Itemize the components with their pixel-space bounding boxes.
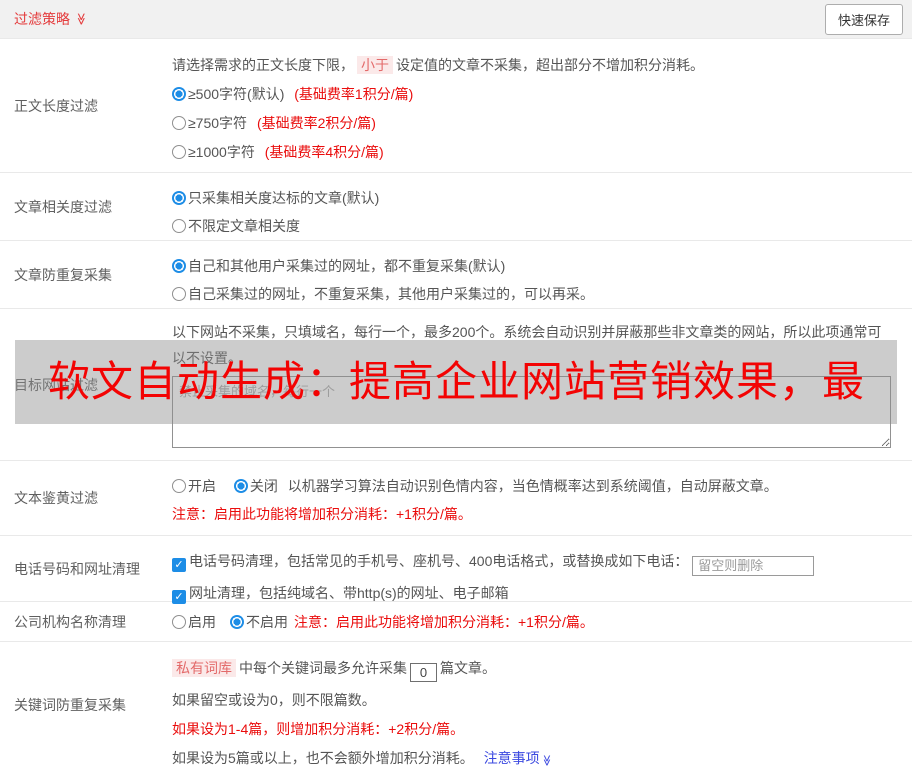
fee-note: (基础费率2积分/篇) [256, 115, 376, 131]
row-content-body-length: 请选择需求的正文长度下限， 小于 设定值的文章不采集，超出部分不增加积分消耗。 ≥5… [172, 39, 912, 172]
radio-icon[interactable] [172, 614, 186, 629]
watermark-text: 软文自动生成：提高企业网站营销效果，最 [48, 358, 866, 405]
radio-option-500[interactable]: ≥500字符(默认) (基础费率1积分/篇) [172, 84, 904, 105]
row-label-porn-filter: 文本鉴黄过滤 [14, 490, 98, 506]
radio-option-750[interactable]: ≥750字符 (基础费率2积分/篇) [172, 113, 904, 134]
filter-strategy-page: 过滤策略 ≫ 快速保存 正文长度过滤 请选择需求的正文长度下限， 小于 设定值的文章… [0, 0, 912, 768]
radio-option-dedup-all[interactable]: 自己和其他用户采集过的网址，都不重复采集(默认) [172, 256, 904, 277]
row-content-relevance: 只采集相关度达标的文章(默认) 不限定文章相关度 [172, 173, 912, 240]
keyword-limit-line: 私有词库中每个关键词最多允许采集篇文章。 [172, 658, 904, 682]
row-body-length-filter: 正文长度过滤 请选择需求的正文长度下限， 小于 设定值的文章不采集，超出部分不增加积… [0, 38, 912, 172]
radio-icon[interactable] [172, 145, 186, 159]
row-content-company-clean: 启用 不启用 注意：启用此功能将增加积分消耗：+1积分/篇。 [172, 602, 912, 641]
page-title[interactable]: 过滤策略 ≫ [14, 9, 88, 29]
radio-checked-icon[interactable] [172, 87, 186, 101]
radio-checked-icon[interactable] [172, 259, 186, 273]
keyword-note-cost: 如果设为1-4篇，则增加积分消耗：+2积分/篇。 [172, 721, 465, 737]
radio-icon[interactable] [172, 116, 186, 130]
less-than-tag: 小于 [357, 56, 393, 74]
radio-checked-icon[interactable] [233, 479, 248, 493]
quick-save-button[interactable]: 快速保存 [824, 3, 903, 35]
radio-option-company-on[interactable]: 启用 [172, 612, 216, 632]
keyword-note-zero: 如果留空或设为0，则不限篇数。 [172, 692, 376, 708]
body-length-intro: 请选择需求的正文长度下限， 小于 设定值的文章不采集，超出部分不增加积分消耗。 [172, 56, 704, 74]
chevron-down-icon: ≫ [539, 754, 552, 767]
radio-option-1000[interactable]: ≥1000字符 (基础费率4积分/篇) [172, 142, 904, 163]
radio-icon[interactable] [172, 287, 186, 301]
radio-checked-icon[interactable] [230, 614, 244, 629]
radio-option-relevance-strict[interactable]: 只采集相关度达标的文章(默认) [172, 188, 904, 209]
row-label-body-length: 正文长度过滤 [14, 97, 98, 114]
row-content-phone-url: ✓电话号码清理，包括常见的手机号、座机号、400电话格式，或替换成如下电话： ✓… [172, 536, 912, 604]
chevron-down-icon: ≫ [74, 12, 89, 26]
row-porn-filter: 文本鉴黄过滤 开启 关闭 以机器学习算法自动识别色情内容，当色情概率达到系统阈值… [0, 460, 912, 535]
checkbox-option-url-clean[interactable]: ✓ 网址清理，包括纯域名、带http(s)的网址、电子邮箱 [172, 583, 904, 604]
row-content-dedup: 自己和其他用户采集过的网址，都不重复采集(默认) 自己采集过的网址，不重复采集，… [172, 241, 912, 308]
checkbox-checked-icon[interactable]: ✓ [172, 558, 186, 572]
keyword-count-input[interactable] [410, 663, 437, 682]
radio-option-porn-off[interactable]: 关闭 [233, 478, 278, 494]
company-clean-cost-note: 注意：启用此功能将增加积分消耗：+1积分/篇。 [294, 613, 594, 630]
radio-option-company-off[interactable]: 不启用 [230, 612, 288, 632]
row-content-keyword-dedup: 私有词库中每个关键词最多允许采集篇文章。 如果留空或设为0，则不限篇数。 如果设… [172, 642, 912, 768]
row-label-keyword-dedup: 关键词防重复采集 [14, 697, 126, 713]
row-relevance-filter: 文章相关度过滤 只采集相关度达标的文章(默认) 不限定文章相关度 [0, 172, 912, 240]
fee-note: (基础费率4积分/篇) [264, 144, 384, 160]
row-dedup-collection: 文章防重复采集 自己和其他用户采集过的网址，都不重复采集(默认) 自己采集过的网… [0, 240, 912, 308]
radio-icon[interactable] [172, 479, 186, 493]
porn-filter-desc: 以机器学习算法自动识别色情内容，当色情概率达到系统阈值，自动屏蔽文章。 [287, 478, 778, 494]
row-label-relevance: 文章相关度过滤 [14, 198, 112, 215]
radio-icon[interactable] [172, 219, 186, 233]
radio-option-dedup-self[interactable]: 自己采集过的网址，不重复采集，其他用户采集过的，可以再采。 [172, 284, 904, 305]
row-content-porn-filter: 开启 关闭 以机器学习算法自动识别色情内容，当色情概率达到系统阈值，自动屏蔽文章… [172, 461, 912, 535]
radio-checked-icon[interactable] [172, 191, 186, 205]
row-label-company-clean: 公司机构名称清理 [14, 613, 126, 630]
fee-note: (基础费率1积分/篇) [294, 86, 414, 102]
radio-option-relevance-any[interactable]: 不限定文章相关度 [172, 216, 904, 237]
row-keyword-dedup: 关键词防重复采集 私有词库中每个关键词最多允许采集篇文章。 如果留空或设为0，则… [0, 641, 912, 768]
watermark-banner: 软文自动生成：提高企业网站营销效果，最 [15, 340, 897, 424]
private-lexicon-tag: 私有词库 [172, 659, 236, 677]
row-label-dedup: 文章防重复采集 [14, 266, 112, 283]
porn-filter-cost-note: 注意：启用此功能将增加积分消耗：+1积分/篇。 [172, 506, 472, 522]
page-title-text: 过滤策略 [14, 11, 70, 27]
replacement-phone-input[interactable] [692, 555, 815, 576]
row-label-phone-url: 电话号码和网址清理 [14, 560, 140, 577]
notice-link[interactable]: 注意事项≫ [484, 750, 552, 766]
radio-option-porn-on[interactable]: 开启 [172, 478, 216, 494]
checkbox-option-phone-clean[interactable]: ✓ 电话号码清理，包括常见的手机号、座机号、400电话格式，或替换成如下电话： [172, 551, 904, 576]
row-company-clean: 公司机构名称清理 启用 不启用 注意：启用此功能将增加积分消耗：+1积分/篇。 [0, 601, 912, 641]
row-phone-url-clean: 电话号码和网址清理 ✓ 电话号码清理，包括常见的手机号、座机号、400电话格式，或… [0, 535, 912, 604]
top-bar: 过滤策略 ≫ 快速保存 [0, 0, 912, 38]
keyword-note-five: 如果设为5篇或以上，也不会额外增加积分消耗。 注意事项≫ [172, 750, 552, 767]
